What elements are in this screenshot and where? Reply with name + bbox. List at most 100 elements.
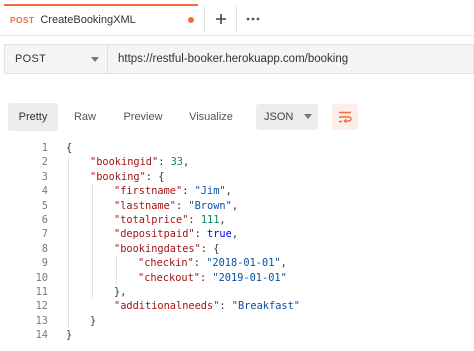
code-token: ,: [280, 257, 287, 270]
code-line: 3 "booking": {: [0, 170, 474, 184]
chevron-down-icon: [91, 57, 99, 62]
code-token: :: [194, 228, 207, 241]
tab-bar: POST CreateBookingXML: [0, 0, 474, 36]
line-number: 13: [35, 314, 48, 327]
code-token: "booking": [90, 170, 146, 183]
code-line: 6 "totalprice": 111,: [0, 213, 474, 227]
code-token: ,: [219, 214, 226, 226]
code-token: ,: [225, 185, 232, 198]
code-line: 8 "bookingdates": {: [0, 242, 474, 256]
code-text: "bookingid": 33,: [90, 155, 189, 169]
indent-guide: [68, 156, 70, 328]
code-text: {: [66, 141, 72, 155]
code-token: }: [90, 314, 97, 327]
code-token: "2018-01-01": [206, 257, 281, 270]
tab-title: CreateBookingXML: [40, 14, 136, 26]
code-token: :: [158, 156, 171, 169]
code-text: }: [90, 314, 96, 328]
code-token: :: [193, 257, 207, 270]
code-token: "Jim": [194, 185, 226, 198]
code-line: 11},: [0, 285, 474, 299]
line-number: 14: [35, 329, 48, 342]
tab-pretty[interactable]: Pretty: [8, 103, 58, 131]
line-number: 2: [41, 156, 48, 169]
line-number: 10: [35, 271, 48, 284]
code-token: "2019-01-01": [212, 271, 287, 284]
code-token: ,: [183, 156, 190, 169]
line-number: 12: [35, 300, 48, 313]
line-number: 6: [41, 214, 48, 226]
code-token: 111: [200, 214, 220, 226]
line-number: 7: [41, 228, 48, 241]
response-body[interactable]: 1{2 "bookingid": 33, 3 "booking": {4 "firstn…: [0, 141, 474, 351]
code-text: "checkin": "2018-01-01",: [138, 256, 287, 270]
code-token: ,: [231, 199, 239, 212]
code-token: : {: [145, 170, 165, 183]
code-token: "depositpaid": [114, 228, 195, 241]
code-line: 9 "checkin": "2018-01-01",: [0, 256, 474, 270]
code-token: :: [176, 199, 189, 212]
code-token: ,: [231, 228, 239, 241]
code-line: 7 "depositpaid": true,: [0, 227, 474, 241]
code-token: "Breakfast": [231, 300, 300, 313]
response-toolbar: Pretty Raw Preview Visualize JSON: [0, 100, 474, 134]
more-horizontal-icon: [246, 17, 260, 21]
code-line: 13}: [0, 314, 474, 328]
format-select[interactable]: JSON: [256, 104, 318, 130]
code-token: "firstname": [114, 185, 183, 198]
line-number: 1: [41, 142, 48, 154]
code-line: 2 "bookingid": 33,: [0, 155, 474, 169]
code-token: "bookingid": [90, 156, 159, 169]
plus-icon: [216, 14, 226, 24]
code-token: : {: [200, 242, 220, 255]
code-line: 10 "checkout": "2019-01-01": [0, 271, 474, 285]
code-token: :: [219, 300, 232, 313]
tab-divider: [204, 6, 205, 32]
line-number: 4: [41, 185, 48, 198]
code-line: 1{: [0, 141, 474, 155]
request-tab[interactable]: POST CreateBookingXML: [4, 4, 198, 34]
tab-options-button[interactable]: [240, 6, 266, 32]
line-number: 11: [35, 286, 48, 298]
indent-guide: [116, 257, 118, 284]
indent-guide: [92, 185, 94, 299]
tab-preview[interactable]: Preview: [112, 103, 174, 131]
unsaved-dot-icon: [188, 17, 194, 23]
code-text: "booking": {: [90, 170, 164, 184]
new-tab-button[interactable]: [208, 6, 234, 32]
code-text: "lastname": "Brown",: [114, 199, 238, 213]
line-number: 3: [41, 170, 48, 183]
tab-visualize[interactable]: Visualize: [178, 103, 244, 131]
url-input[interactable]: https://restful-booker.herokuapp.com/boo…: [118, 53, 348, 65]
code-text: "additionalneeds": "Breakfast": [114, 299, 300, 313]
code-text: "firstname": "Jim",: [114, 184, 232, 198]
code-token: },: [114, 286, 127, 298]
code-token: "checkout": [138, 271, 200, 284]
code-token: "lastname": [114, 199, 176, 212]
chevron-down-icon: [304, 114, 312, 119]
code-text: "checkout": "2019-01-01": [138, 271, 287, 285]
code-line: 4 "firstname": "Jim",: [0, 184, 474, 198]
code-text: "totalprice": 111,: [114, 213, 226, 227]
code-text: },: [114, 285, 126, 299]
code-token: "Brown": [188, 199, 232, 212]
code-token: :: [182, 185, 195, 198]
code-line: 12 "additionalneeds": "Breakfast": [0, 299, 474, 313]
code-token: "bookingdates": [114, 242, 201, 255]
tab-raw[interactable]: Raw: [62, 103, 108, 131]
request-bar: POST https://restful-booker.herokuapp.co…: [4, 44, 474, 74]
format-value: JSON: [264, 111, 294, 123]
tab-bar-border: [0, 35, 474, 36]
line-number: 8: [41, 242, 48, 255]
code-token: {: [66, 142, 73, 154]
http-method-select[interactable]: POST: [5, 45, 108, 73]
code-token: "totalprice": [114, 214, 189, 226]
code-line: 14}: [0, 328, 474, 342]
line-number: 5: [41, 199, 48, 212]
code-token: :: [188, 214, 201, 226]
code-token: 33: [170, 156, 184, 169]
tab-divider: [236, 6, 237, 32]
code-line: 5 "lastname": "Brown",: [0, 199, 474, 213]
wrap-lines-button[interactable]: [332, 104, 358, 130]
code-text: "bookingdates": {: [114, 242, 219, 256]
